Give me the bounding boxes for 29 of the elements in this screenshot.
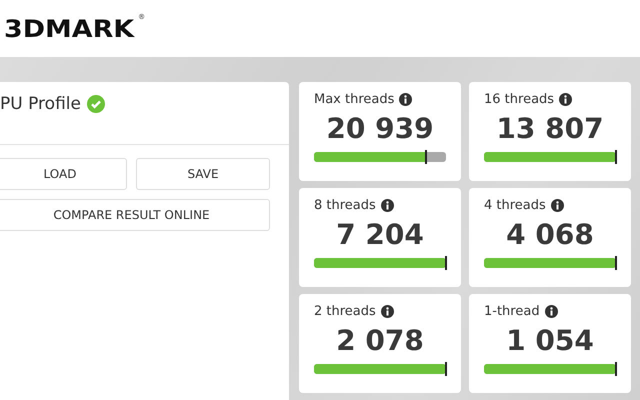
score-marker bbox=[425, 150, 428, 164]
score-label: 1-thread bbox=[484, 304, 540, 319]
profile-title: PU Profile bbox=[0, 93, 81, 116]
score-label: 16 threads bbox=[484, 92, 554, 107]
score-marker bbox=[445, 256, 447, 270]
info-icon[interactable] bbox=[399, 93, 412, 106]
score-value: 13 807 bbox=[495, 111, 605, 147]
score-value: 2 078 bbox=[335, 323, 425, 359]
info-icon[interactable] bbox=[380, 199, 394, 212]
info-icon[interactable] bbox=[559, 93, 572, 106]
logo: 3DMARK bbox=[4, 14, 134, 42]
score-label: 8 threads bbox=[314, 198, 376, 213]
compare-button[interactable]: COMPARE RESULT ONLINE bbox=[0, 199, 270, 231]
save-button[interactable]: SAVE bbox=[136, 158, 270, 190]
score-marker bbox=[445, 362, 447, 376]
load-button[interactable]: LOAD bbox=[0, 158, 127, 190]
score-label: Max threads bbox=[314, 92, 394, 107]
info-icon[interactable] bbox=[544, 305, 558, 318]
score-value: 7 204 bbox=[335, 217, 425, 253]
score-value: 1 054 bbox=[505, 323, 595, 359]
info-icon[interactable] bbox=[380, 305, 394, 318]
score-label: 2 threads bbox=[314, 304, 376, 319]
score-marker bbox=[615, 362, 617, 376]
score-value: 4 068 bbox=[505, 217, 595, 253]
score-marker bbox=[615, 150, 617, 164]
info-icon[interactable] bbox=[550, 199, 564, 212]
score-label: 4 threads bbox=[484, 198, 546, 213]
score-value: 20 939 bbox=[325, 111, 435, 147]
score-marker bbox=[615, 256, 617, 270]
